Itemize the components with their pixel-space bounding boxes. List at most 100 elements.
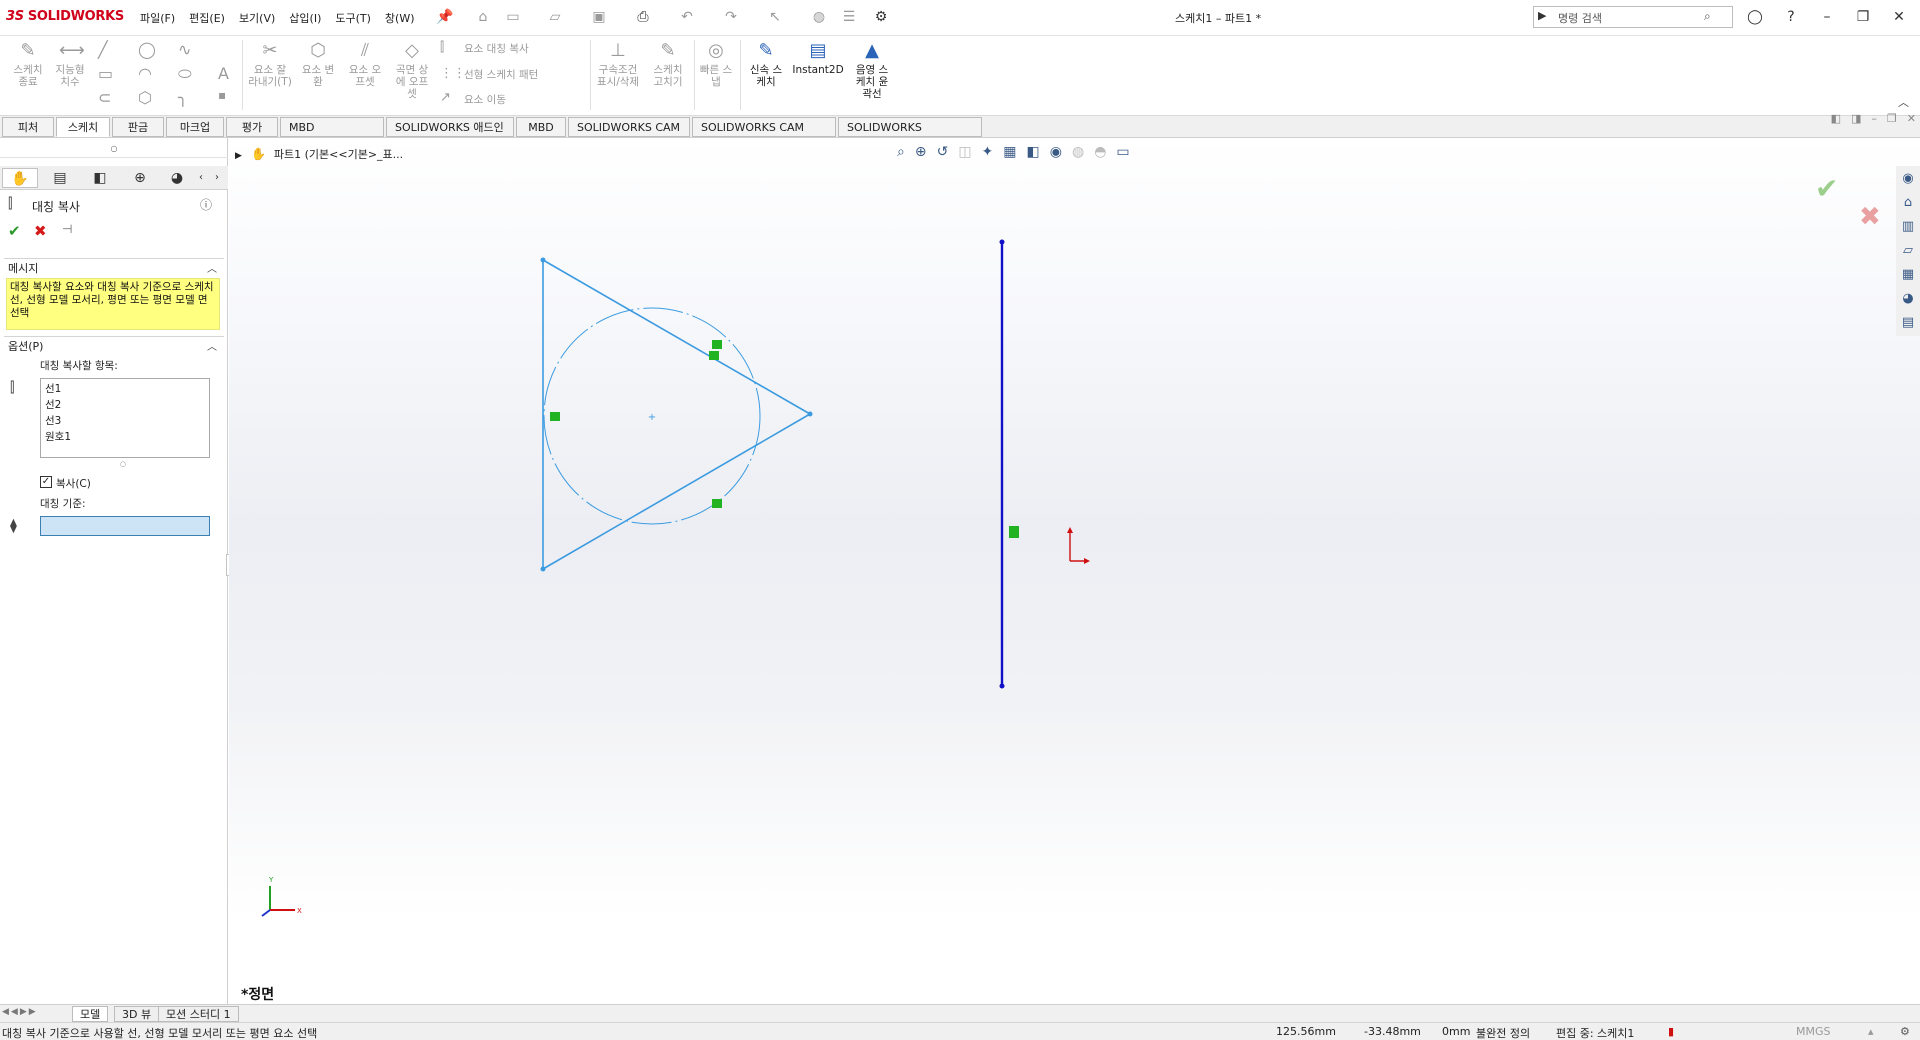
tab-scroll-arrows-icon[interactable]: ◀◀▶▶: [2, 1007, 38, 1017]
move-entities-button[interactable]: 요소 이동: [464, 92, 506, 107]
exit-sketch-button[interactable]: ✎ 스케치 종료: [8, 40, 48, 88]
tabs-left-arrow-icon[interactable]: ‹: [194, 168, 208, 188]
vertical-relation-icon[interactable]: [1009, 526, 1019, 538]
configuration-manager-icon[interactable]: ◧: [82, 168, 118, 188]
resize-handle[interactable]: ○: [120, 460, 126, 468]
menu-tools[interactable]: 도구(T): [335, 10, 371, 26]
print-icon[interactable]: ⎙: [634, 8, 652, 26]
collapse-ribbon-icon[interactable]: ︿: [1898, 94, 1909, 110]
close-icon[interactable]: ✕: [1886, 6, 1912, 28]
tab-3d-views[interactable]: 3D 뷰: [114, 1006, 160, 1022]
smart-dimension-button[interactable]: ⟷ 지능형 치수: [50, 40, 90, 88]
circle-icon[interactable]: ◯: [138, 40, 156, 59]
ellipse-icon[interactable]: ⬭: [178, 64, 192, 84]
tab-sheet-metal[interactable]: 판금: [112, 117, 164, 137]
list-item[interactable]: 선3: [45, 413, 205, 429]
offset-entities-button[interactable]: ⫽ 요소 오 프셋: [345, 40, 385, 88]
coincident-relation-icon[interactable]: [709, 351, 719, 360]
arc-icon[interactable]: ◠: [138, 64, 152, 83]
spline-icon[interactable]: ∿: [178, 40, 191, 59]
repair-sketch-button[interactable]: ✎ 스케치 고치기: [646, 40, 690, 88]
shaded-sketch-contours-button[interactable]: ▲ 음영 스 케치 윤 곽선: [850, 40, 894, 100]
mirror-about-field[interactable]: [40, 516, 210, 536]
rebuild-indicator-icon[interactable]: ▮: [1668, 1025, 1674, 1038]
property-manager-icon[interactable]: ▤: [42, 168, 78, 188]
copy-checkbox[interactable]: ✓: [40, 476, 52, 488]
tab-solidworks-cam[interactable]: SOLIDWORKS CAM: [568, 117, 690, 137]
undo-icon[interactable]: ↶: [678, 8, 696, 26]
linear-pattern-button[interactable]: 선형 스케치 패턴: [464, 67, 538, 82]
viewport-left-icon[interactable]: ◧: [1831, 112, 1841, 125]
tab-solidworks-inspection[interactable]: SOLIDWORKS Inspection: [838, 117, 982, 154]
tab-motion-study[interactable]: 모션 스터디 1: [158, 1006, 239, 1022]
tab-solidworks-cam-tbm[interactable]: SOLIDWORKS CAM TBM: [692, 117, 836, 154]
gear-icon[interactable]: ⚙: [872, 8, 890, 26]
save-icon[interactable]: ▣: [590, 8, 608, 26]
mirror-entities-button[interactable]: 요소 대칭 복사: [464, 41, 529, 56]
chevron-up-icon[interactable]: ︿: [207, 260, 217, 275]
user-icon[interactable]: ◯: [1742, 6, 1768, 28]
tab-solidworks-addins[interactable]: SOLIDWORKS 애드인: [386, 117, 514, 137]
tab-sketch[interactable]: 스케치: [56, 117, 110, 137]
sketch-point[interactable]: [999, 683, 1005, 689]
viewport-minimize-icon[interactable]: –: [1871, 112, 1877, 125]
tab-features[interactable]: 피처: [2, 117, 54, 137]
tooltip-settings-icon[interactable]: ⚙: [1900, 1025, 1910, 1038]
sketch-point[interactable]: [540, 257, 546, 263]
trim-entities-button[interactable]: ✂ 요소 잘 라내기(T): [248, 40, 292, 88]
tangent-relation-icon[interactable]: [712, 340, 722, 349]
viewport-restore-icon[interactable]: ❐: [1887, 112, 1897, 125]
message-section-header[interactable]: 메시지: [8, 260, 38, 276]
open-icon[interactable]: ▱: [546, 8, 564, 26]
select-icon[interactable]: ↖: [766, 8, 784, 26]
panel-splitter-handle[interactable]: ○: [0, 144, 228, 158]
point-icon[interactable]: ▪: [218, 88, 226, 102]
text-icon[interactable]: A: [218, 64, 229, 83]
menu-edit[interactable]: 편집(E): [189, 10, 225, 26]
feature-manager-icon[interactable]: ✋: [2, 168, 38, 188]
tangent-relation-icon[interactable]: [712, 499, 722, 508]
home-icon[interactable]: ⌂: [474, 8, 492, 26]
restore-icon[interactable]: ❐: [1850, 6, 1876, 28]
units-dropdown-icon[interactable]: ▴: [1868, 1025, 1874, 1038]
sketch-line-1[interactable]: [542, 259, 811, 415]
tab-markup[interactable]: 마크업: [166, 117, 224, 137]
search-icon[interactable]: ⌕: [1704, 9, 1711, 24]
pushpin-button[interactable]: ⊣: [62, 222, 72, 236]
unit-system[interactable]: MMGS: [1796, 1025, 1831, 1038]
viewport-close-icon[interactable]: ✕: [1907, 112, 1916, 125]
list-item[interactable]: 선1: [45, 381, 205, 397]
fillet-icon[interactable]: ╮: [178, 88, 188, 107]
instant2d-button[interactable]: ▤ Instant2D: [790, 40, 846, 76]
dimxpert-manager-icon[interactable]: ⊕: [122, 168, 158, 188]
sketch-point[interactable]: [807, 411, 813, 417]
pin-icon[interactable]: 📌: [436, 8, 454, 26]
menu-insert[interactable]: 삽입(I): [289, 10, 321, 26]
sketch-point[interactable]: [999, 239, 1005, 245]
line-icon[interactable]: ╱: [98, 40, 108, 59]
chevron-up-icon[interactable]: ︿: [207, 338, 217, 353]
convert-entities-button[interactable]: ⬡ 요소 변 환: [298, 40, 338, 88]
tab-mbd[interactable]: MBD: [516, 117, 566, 137]
help-icon[interactable]: ⓘ: [200, 196, 212, 213]
offset-on-surface-button[interactable]: ◇ 곡면 상 에 오프 셋: [392, 40, 432, 100]
redo-icon[interactable]: ↷: [722, 8, 740, 26]
polygon-icon[interactable]: ⬡: [138, 88, 152, 107]
solidworks-logo[interactable]: 3S SOLIDWORKS: [6, 9, 124, 24]
display-delete-relations-button[interactable]: ⊥ 구속조건 표시/삭제: [594, 40, 642, 88]
sketch-canvas[interactable]: + Y X: [229, 138, 1920, 1004]
sketch-triangle[interactable]: [542, 259, 811, 570]
rapid-sketch-button[interactable]: ✎ 신속 스 케치: [744, 40, 788, 88]
rectangle-icon[interactable]: ▭: [98, 64, 113, 83]
file-properties-icon[interactable]: ☰: [840, 8, 858, 26]
minimize-icon[interactable]: –: [1814, 6, 1840, 28]
slot-icon[interactable]: ⊂: [98, 88, 111, 107]
sketch-point[interactable]: [540, 566, 546, 572]
list-item[interactable]: 선2: [45, 397, 205, 413]
display-manager-icon[interactable]: ◕: [162, 168, 192, 188]
rebuild-icon[interactable]: ◍: [810, 8, 828, 26]
list-item[interactable]: 원호1: [45, 429, 205, 445]
tab-model[interactable]: 모델: [72, 1006, 109, 1022]
tangent-relation-icon[interactable]: [550, 412, 560, 421]
graphics-area[interactable]: ▶ ✋ 파트1 (기본<<기본>_표... ⌕ ⊕ ↺ ◫ ✦ ▦ ◧ ◉ ◍ …: [229, 112, 1920, 1004]
